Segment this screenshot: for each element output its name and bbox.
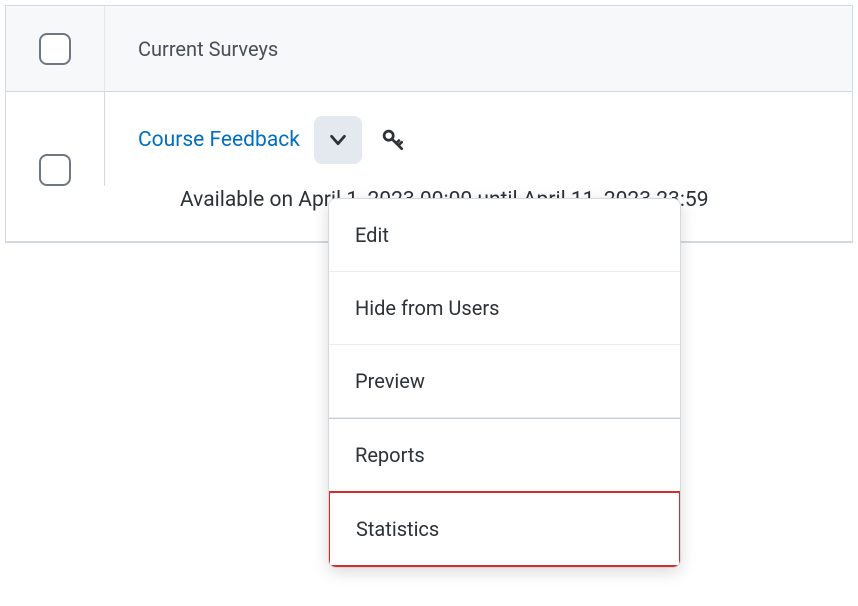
survey-title-link[interactable]: Course Feedback	[138, 128, 300, 152]
item-header: Course Feedback	[138, 116, 819, 164]
chevron-down-icon	[327, 129, 349, 151]
row-checkbox[interactable]	[39, 154, 71, 186]
key-icon	[380, 127, 406, 153]
menu-item-statistics[interactable]: Statistics	[328, 491, 681, 567]
row-checkbox-cell	[6, 92, 105, 186]
menu-item-edit[interactable]: Edit	[329, 199, 680, 272]
key-icon-wrap	[380, 127, 406, 153]
menu-item-preview[interactable]: Preview	[329, 345, 680, 418]
actions-dropdown-button[interactable]	[314, 116, 362, 164]
table-header-row: Current Surveys	[6, 6, 852, 92]
actions-dropdown-menu: Edit Hide from Users Preview Reports Sta…	[328, 198, 681, 568]
menu-item-reports[interactable]: Reports	[329, 418, 680, 492]
select-all-checkbox[interactable]	[39, 33, 71, 65]
select-all-cell	[6, 6, 105, 91]
column-header-title: Current Surveys	[105, 37, 278, 61]
menu-item-hide[interactable]: Hide from Users	[329, 272, 680, 345]
